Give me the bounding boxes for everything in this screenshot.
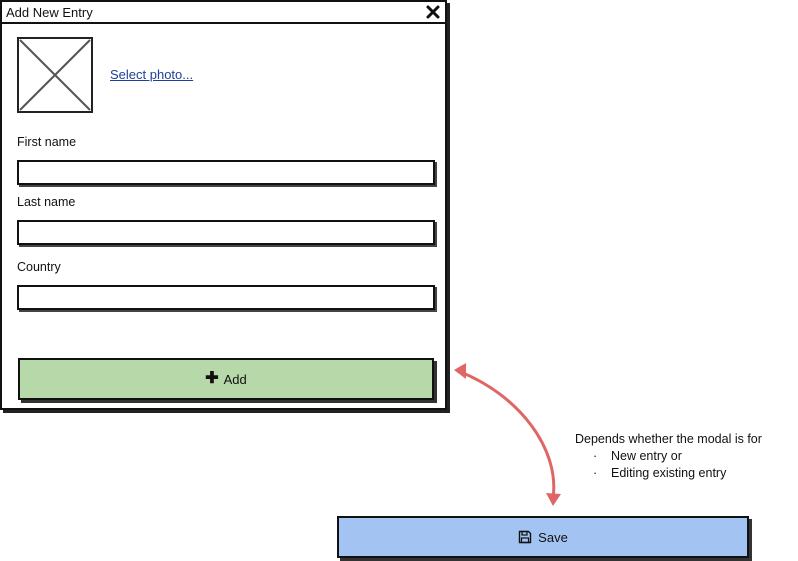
add-entry-modal: Add New Entry Select photo... First name… [0,0,447,410]
annotation-list: New entry or Editing existing entry [575,448,762,482]
close-icon [426,5,440,19]
annotation-text: Depends whether the modal is for [575,432,762,446]
close-button[interactable] [425,3,441,21]
last-name-field[interactable] [17,220,435,245]
photo-placeholder [17,37,93,113]
plus-icon: ✚ [205,370,219,387]
save-button-label: Save [538,529,568,545]
save-icon [518,530,532,544]
last-name-label: Last name [17,195,76,209]
country-field[interactable] [17,285,435,310]
first-name-label: First name [17,135,77,149]
annotation-item: New entry or [593,448,762,465]
image-placeholder-icon [19,39,91,111]
country-label: Country [17,260,61,274]
select-photo-link[interactable]: Select photo... [110,67,193,82]
connector-arrow [454,363,561,506]
annotation-item: Editing existing entry [593,465,762,482]
annotation-note: Depends whether the modal is for New ent… [575,431,762,482]
first-name-field[interactable] [17,160,435,185]
save-button[interactable]: Save [337,516,749,558]
add-button[interactable]: ✚ Add [18,358,434,400]
modal-title: Add New Entry [6,5,93,20]
add-button-label: Add [223,371,247,387]
modal-header: Add New Entry [2,2,445,24]
